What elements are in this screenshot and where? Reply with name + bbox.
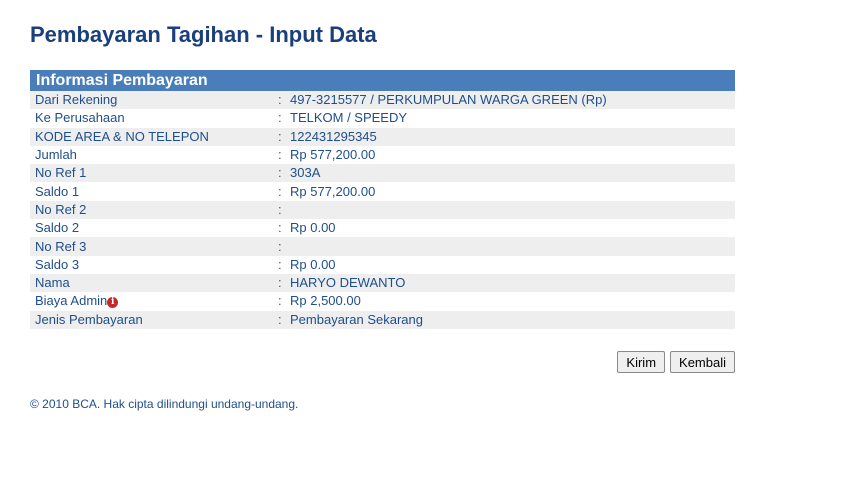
table-row: No Ref 2: [30, 200, 735, 220]
payment-info-panel: Informasi Pembayaran Dari Rekening:497-3… [30, 70, 735, 329]
row-value: 122431295345 [290, 127, 735, 146]
row-separator: : [278, 255, 290, 274]
row-separator: : [278, 91, 290, 110]
row-separator: : [278, 219, 290, 238]
row-label-text: Saldo 3 [35, 256, 80, 272]
row-separator: : [278, 310, 290, 329]
row-separator: : [278, 109, 290, 128]
row-separator: : [278, 127, 290, 146]
back-button[interactable]: Kembali [670, 351, 735, 373]
payment-info-table: Dari Rekening:497-3215577 / PERKUMPULAN … [30, 91, 735, 329]
table-row: Nama: HARYO DEWANTO [30, 273, 735, 293]
page-title: Pembayaran Tagihan - Input Data [30, 22, 377, 47]
table-row: Jumlah: Rp 577,200.00 [30, 145, 735, 165]
submit-button[interactable]: Kirim [617, 351, 666, 373]
row-value: Rp 577,200.00 [290, 182, 735, 201]
row-value: HARYO DEWANTO [290, 273, 735, 293]
row-separator: : [278, 164, 290, 183]
row-value: 497-3215577 / PERKUMPULAN WARGA GREEN (R… [290, 91, 735, 110]
row-label: Dari Rekening [30, 91, 278, 110]
row-label: No Ref 1 [30, 164, 278, 183]
row-label-text: Jumlah [35, 147, 77, 163]
row-label: Biaya Admin i [30, 292, 278, 311]
row-label: Jenis Pembayaran [30, 310, 278, 329]
table-row: No Ref 3: [30, 237, 735, 256]
row-label-text: Dari Rekening [35, 92, 118, 108]
row-separator: : [278, 145, 290, 165]
row-value: Rp 2,500.00 [290, 292, 735, 311]
row-separator: : [278, 200, 290, 220]
row-label: No Ref 2 [30, 200, 278, 220]
panel-header: Informasi Pembayaran [30, 70, 735, 91]
row-label: Saldo 1 [30, 182, 278, 201]
row-value: Pembayaran Sekarang [290, 310, 735, 329]
row-value: Rp 0.00 [290, 255, 735, 274]
row-value: Rp 577,200.00 [290, 145, 735, 165]
row-label-text: No Ref 2 [35, 201, 87, 217]
copyright-footer: © 2010 BCA. Hak cipta dilindungi undang-… [30, 397, 299, 411]
row-label: Nama [30, 273, 278, 293]
table-row: Saldo 1: Rp 577,200.00 [30, 182, 735, 201]
row-value [290, 237, 735, 256]
action-buttons: Kirim Kembali [617, 351, 735, 373]
table-row: No Ref 1:303A [30, 164, 735, 183]
row-value: Rp 0.00 [290, 219, 735, 238]
row-label: Saldo 3 [30, 255, 278, 274]
row-label-text: Biaya Admin [35, 293, 108, 309]
row-label-text: Saldo 1 [35, 183, 80, 199]
row-separator: : [278, 237, 290, 256]
row-value: TELKOM / SPEEDY [290, 109, 735, 128]
row-label: No Ref 3 [30, 237, 278, 256]
row-separator: : [278, 292, 290, 311]
row-label: Ke Perusahaan [30, 109, 278, 128]
table-row: Biaya Admin i: Rp 2,500.00 [30, 292, 735, 311]
row-label-text: Nama [35, 275, 70, 291]
row-label-text: Jenis Pembayaran [35, 311, 143, 327]
row-separator: : [278, 273, 290, 293]
table-row: KODE AREA & NO TELEPON:122431295345 [30, 127, 735, 146]
table-row: Saldo 3: Rp 0.00 [30, 255, 735, 274]
row-label-text: No Ref 3 [35, 238, 87, 254]
row-value [290, 200, 735, 220]
info-icon[interactable]: i [107, 297, 119, 309]
row-label-text: KODE AREA & NO TELEPON [35, 128, 209, 144]
row-label: Jumlah [30, 145, 278, 165]
row-label-text: Saldo 2 [35, 220, 80, 236]
row-value: 303A [290, 164, 735, 183]
row-label-text: No Ref 1 [35, 165, 87, 181]
row-label: Saldo 2 [30, 219, 278, 238]
table-row: Dari Rekening:497-3215577 / PERKUMPULAN … [30, 91, 735, 110]
table-row: Jenis Pembayaran: Pembayaran Sekarang [30, 310, 735, 329]
row-separator: : [278, 182, 290, 201]
table-row: Ke Perusahaan: TELKOM / SPEEDY [30, 109, 735, 128]
row-label-text: Ke Perusahaan [35, 110, 125, 126]
row-label: KODE AREA & NO TELEPON [30, 127, 278, 146]
table-row: Saldo 2: Rp 0.00 [30, 219, 735, 238]
